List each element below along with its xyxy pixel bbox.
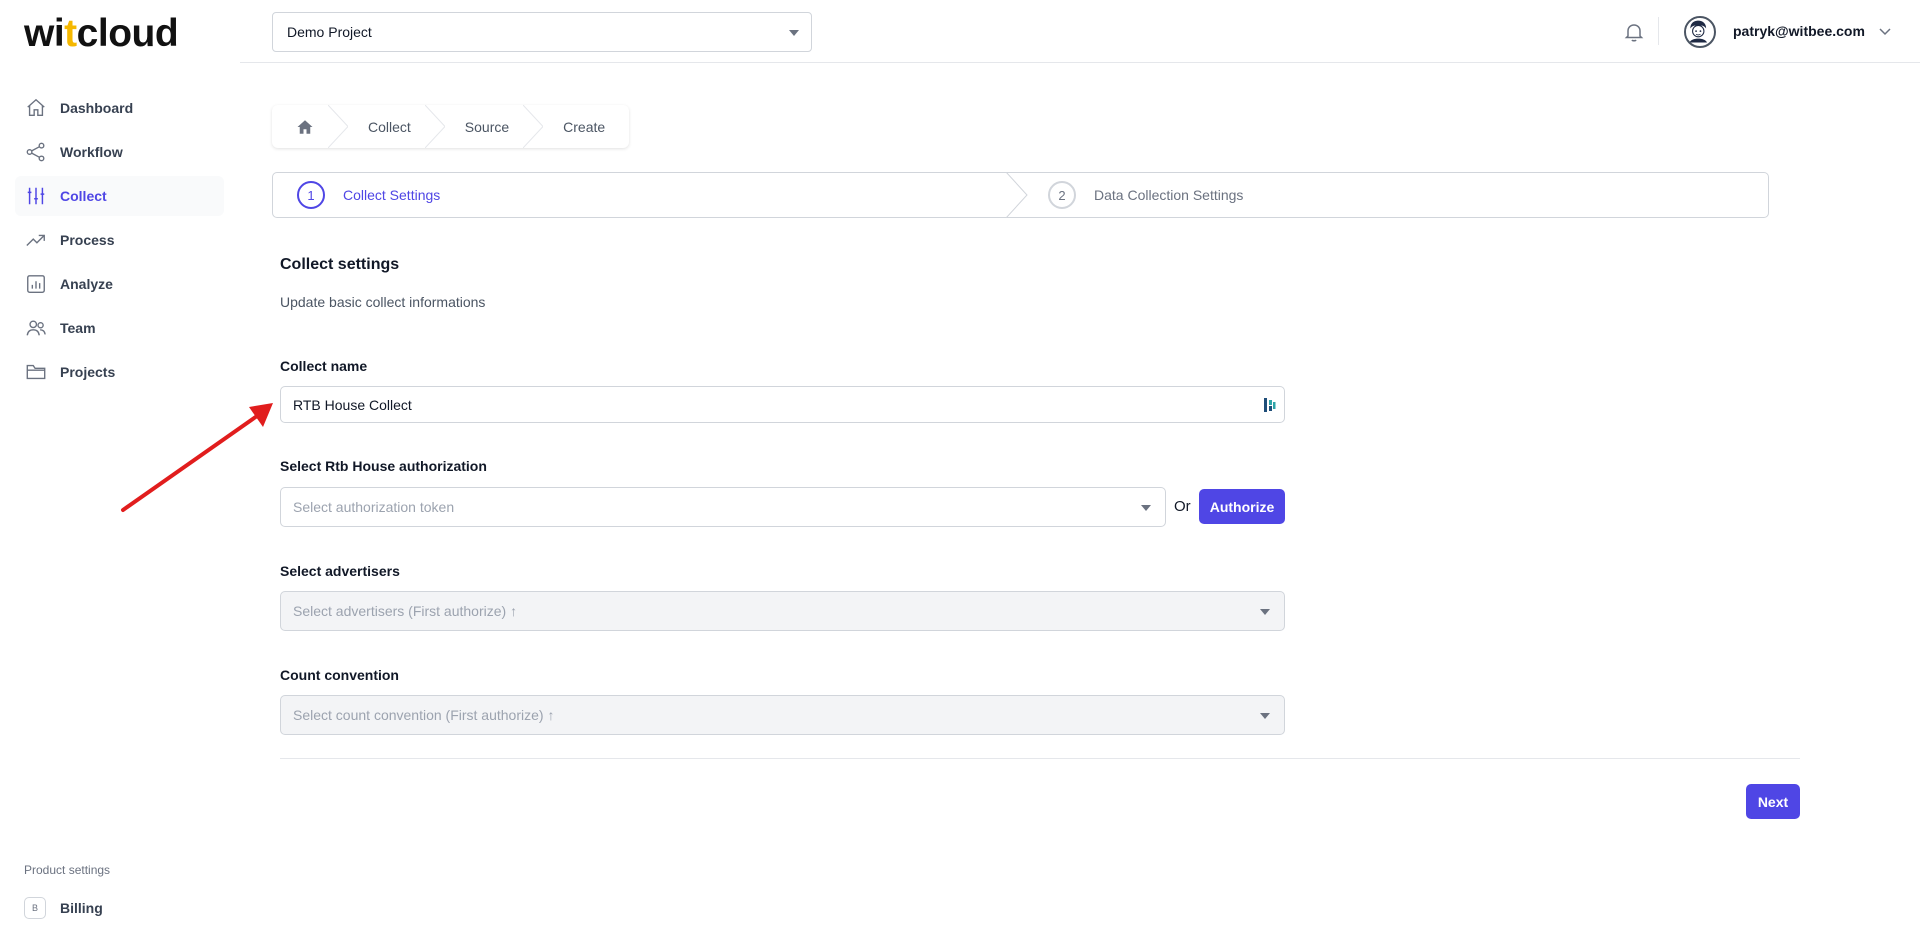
collect-name-value: RTB House Collect <box>293 396 412 413</box>
breadcrumb-create[interactable]: Create <box>533 105 629 148</box>
sidebar-item-team[interactable]: Team <box>15 308 224 348</box>
bell-icon[interactable] <box>1622 20 1646 44</box>
step-data-collection-settings[interactable]: 2 Data Collection Settings <box>1006 173 1243 217</box>
authorize-button[interactable]: Authorize <box>1199 489 1285 524</box>
header-divider <box>1658 17 1659 45</box>
advertisers-label: Select advertisers <box>280 563 400 579</box>
step-collect-settings[interactable]: 1 Collect Settings <box>273 172 1028 218</box>
breadcrumb-collect[interactable]: Collect <box>338 105 445 148</box>
sidebar-item-collect[interactable]: Collect <box>15 176 224 216</box>
annotation-arrow-icon <box>121 403 273 512</box>
advertisers-placeholder: Select advertisers (First authorize) ↑ <box>293 603 518 619</box>
chart-bar-icon <box>25 273 47 295</box>
authorization-token-placeholder: Select authorization token <box>293 499 455 515</box>
next-button[interactable]: Next <box>1746 784 1800 819</box>
witcloud-logo[interactable]: witcloud <box>24 14 179 53</box>
sidebar-item-label: Process <box>60 232 115 248</box>
collect-name-input[interactable]: RTB House Collect <box>280 386 1285 423</box>
home-icon <box>297 119 313 134</box>
password-manager-icon[interactable] <box>1263 397 1277 413</box>
breadcrumb: Collect Source Create <box>272 105 630 148</box>
user-avatar[interactable] <box>1684 16 1716 48</box>
user-email[interactable]: patryk@witbee.com <box>1733 23 1865 39</box>
project-select-value: Demo Project <box>287 24 372 40</box>
sidebar-item-label: Billing <box>60 900 103 916</box>
sidebar-item-billing[interactable]: B Billing <box>24 897 103 919</box>
count-convention-placeholder: Select count convention (First authorize… <box>293 707 555 723</box>
step-label: Data Collection Settings <box>1094 187 1244 203</box>
sidebar-item-label: Team <box>60 320 96 336</box>
sidebar-item-label: Collect <box>60 188 107 204</box>
users-icon <box>25 317 47 339</box>
trending-up-icon <box>25 229 47 251</box>
breadcrumb-separator <box>328 105 348 148</box>
authorization-label: Select Rtb House authorization <box>280 458 487 474</box>
home-icon <box>25 97 47 119</box>
sidebar-item-label: Projects <box>60 364 116 380</box>
sidebar-item-label: Analyze <box>60 276 113 292</box>
billing-badge: B <box>24 897 46 919</box>
step-number: 2 <box>1048 181 1076 209</box>
breadcrumb-source[interactable]: Source <box>435 105 544 148</box>
stepper: 1 Collect Settings 2 Data Collection Set… <box>272 172 1769 218</box>
step-separator <box>1006 172 1028 218</box>
top-bar: Demo Project patryk@witbee.com <box>240 0 1920 63</box>
count-convention-label: Count convention <box>280 667 399 683</box>
authorization-token-select[interactable]: Select authorization token <box>280 487 1166 527</box>
breadcrumb-home[interactable] <box>272 105 348 148</box>
section-title: Collect settings <box>280 256 400 273</box>
sidebar-item-projects[interactable]: Projects <box>15 352 224 392</box>
caret-down-icon <box>1260 713 1270 719</box>
sidebar-item-label: Dashboard <box>60 100 134 116</box>
sidebar-item-label: Workflow <box>60 144 123 160</box>
chevron-down-icon[interactable] <box>1878 24 1892 38</box>
section-subtitle: Update basic collect informations <box>280 294 486 310</box>
caret-down-icon <box>1260 609 1270 615</box>
sidebar-item-process[interactable]: Process <box>15 220 224 260</box>
count-convention-select[interactable]: Select count convention (First authorize… <box>280 695 1285 735</box>
step-number: 1 <box>297 181 325 209</box>
sliders-icon <box>25 185 47 207</box>
step-label: Collect Settings <box>343 187 441 203</box>
project-select[interactable]: Demo Project <box>272 12 812 52</box>
sidebar-item-analyze[interactable]: Analyze <box>15 264 224 304</box>
caret-down-icon <box>789 30 799 36</box>
folder-icon <box>25 361 47 383</box>
caret-down-icon <box>1141 505 1151 511</box>
advertisers-select[interactable]: Select advertisers (First authorize) ↑ <box>280 591 1285 631</box>
sidebar-nav: Dashboard Workflow Collect Process Analy… <box>15 88 224 396</box>
product-settings-heading: Product settings <box>24 863 111 877</box>
breadcrumb-separator <box>424 105 445 148</box>
sidebar-item-workflow[interactable]: Workflow <box>15 132 224 172</box>
collect-name-label: Collect name <box>280 358 368 374</box>
sidebar-item-dashboard[interactable]: Dashboard <box>15 88 224 128</box>
share-icon <box>25 141 47 163</box>
breadcrumb-separator <box>523 105 544 148</box>
or-text: Or <box>1174 498 1191 515</box>
form-divider <box>280 758 1800 759</box>
